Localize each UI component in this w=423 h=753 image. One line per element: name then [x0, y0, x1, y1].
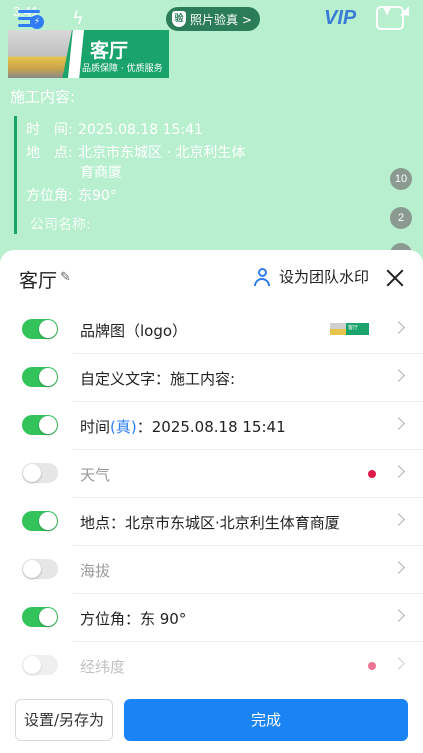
watermark-field-list: 品牌图（logo） 客厅 自定义文字：施工内容: 时间(真)：2025.08.1…	[0, 306, 423, 690]
chevron-right-icon	[392, 369, 405, 382]
chevron-right-icon	[392, 321, 405, 334]
sheet-title: 客厅	[19, 270, 58, 292]
watermark-place-value-cont: 育商厦	[80, 165, 122, 181]
watermark-place-line: 地 点: 北京市东城区 · 北京利生体	[26, 143, 245, 163]
toggle-switch[interactable]	[22, 511, 58, 531]
chevron-right-icon	[392, 609, 405, 622]
flash-off-icon[interactable]: ϟ	[72, 8, 88, 30]
side-badge-count[interactable]: 10	[390, 168, 412, 190]
watermark-time-value: 2025.08.18 15:41	[78, 122, 203, 138]
watermark-azimuth-value: 东90°	[78, 188, 117, 204]
watermark-place-key: 地 点:	[26, 145, 73, 161]
field-label: 天气	[80, 466, 111, 484]
watermark-info-block: 时 间: 2025.08.18 15:41 地 点: 北京市东城区 · 北京利生体 …	[14, 116, 266, 234]
toggle-switch[interactable]	[22, 655, 58, 675]
logo-thumbnail-text: 客厅	[348, 325, 359, 331]
field-label: 时间(真)：2025.08.18 15:41	[80, 418, 286, 436]
done-button[interactable]: 完成	[124, 699, 408, 741]
watermark-azimuth-line: 方位角: 东90°	[26, 186, 117, 206]
field-row-coordinates[interactable]: 经纬度	[0, 642, 423, 690]
field-row-altitude[interactable]: 海拔	[0, 546, 423, 594]
toggle-switch[interactable]	[22, 463, 58, 483]
watermark-settings-sheet: 客厅 ✎ 设为团队水印 品牌图（logo） 客厅 自定义文字：施工内容: 时间(…	[0, 250, 423, 753]
photo-verify-label: 照片验真 >	[190, 12, 252, 27]
close-icon[interactable]	[385, 268, 405, 288]
brand-watermark-card: 客厅 品质保障 · 优质服务	[8, 30, 169, 78]
side-badge-count[interactable]: 2	[390, 207, 412, 229]
watermark-time-key: 时 间:	[26, 122, 73, 138]
field-label: 海拔	[80, 562, 111, 580]
menu-icon[interactable]: ⚡	[18, 10, 44, 29]
chevron-right-icon	[392, 657, 405, 670]
field-label: 经纬度	[80, 658, 126, 676]
chevron-right-icon	[392, 465, 405, 478]
photo-verify-button[interactable]: 验 照片验真 >	[166, 7, 260, 31]
chevron-right-icon	[392, 513, 405, 526]
watermark-azimuth-key: 方位角:	[26, 188, 73, 204]
edit-pencil-icon[interactable]: ✎	[60, 270, 74, 285]
toggle-switch[interactable]	[22, 415, 58, 435]
brand-subtitle: 品质保障 · 优质服务	[82, 64, 163, 74]
chevron-right-icon	[392, 417, 405, 430]
logo-thumbnail: 客厅	[330, 323, 369, 335]
toggle-switch[interactable]	[22, 607, 58, 627]
toggle-switch[interactable]	[22, 319, 58, 339]
toggle-switch[interactable]	[22, 559, 58, 579]
camera-preview: 3:41 ▼ ◢ ⚡ ϟ 验 照片验真 > VIP 客厅 品质保障 · 优质服务…	[0, 0, 423, 270]
set-team-watermark-label: 设为团队水印	[279, 268, 370, 286]
chevron-right-icon	[392, 561, 405, 574]
camera-flip-icon[interactable]	[376, 6, 404, 30]
brand-logo-image	[8, 30, 72, 78]
sheet-header: 客厅 ✎ 设为团队水印	[0, 250, 423, 306]
toggle-switch[interactable]	[22, 367, 58, 387]
vip-badge[interactable]: VIP	[324, 7, 356, 30]
shield-icon: 验	[172, 11, 186, 27]
watermark-company-key: 公司名称:	[30, 217, 91, 233]
sheet-footer: 设置/另存为 完成	[0, 696, 423, 753]
brand-title: 客厅	[90, 40, 129, 62]
bolt-icon: ⚡	[30, 15, 44, 29]
field-row-azimuth[interactable]: 方位角：东 90°	[0, 594, 423, 642]
field-row-location[interactable]: 地点：北京市东城区·北京利生体育商厦	[0, 498, 423, 546]
field-row-time[interactable]: 时间(真)：2025.08.18 15:41	[0, 402, 423, 450]
watermark-place-value: 北京市东城区 · 北京利生体	[78, 145, 246, 161]
new-dot-indicator	[368, 470, 376, 478]
new-dot-indicator	[368, 662, 376, 670]
watermark-time-line: 时 间: 2025.08.18 15:41	[26, 120, 203, 140]
person-icon	[253, 267, 271, 286]
field-label: 方位角：东 90°	[80, 610, 187, 628]
field-row-logo[interactable]: 品牌图（logo） 客厅	[0, 306, 423, 354]
set-team-watermark-button[interactable]: 设为团队水印	[253, 266, 369, 287]
field-row-custom-text[interactable]: 自定义文字：施工内容:	[0, 354, 423, 402]
field-label: 品牌图（logo）	[80, 322, 188, 340]
verified-marker: (真)	[110, 418, 137, 436]
field-label: 自定义文字：施工内容:	[80, 370, 236, 388]
field-label: 地点：北京市东城区·北京利生体育商厦	[80, 514, 340, 532]
settings-save-as-button[interactable]: 设置/另存为	[15, 699, 113, 741]
field-row-weather[interactable]: 天气	[0, 450, 423, 498]
watermark-heading: 施工内容:	[10, 88, 76, 106]
